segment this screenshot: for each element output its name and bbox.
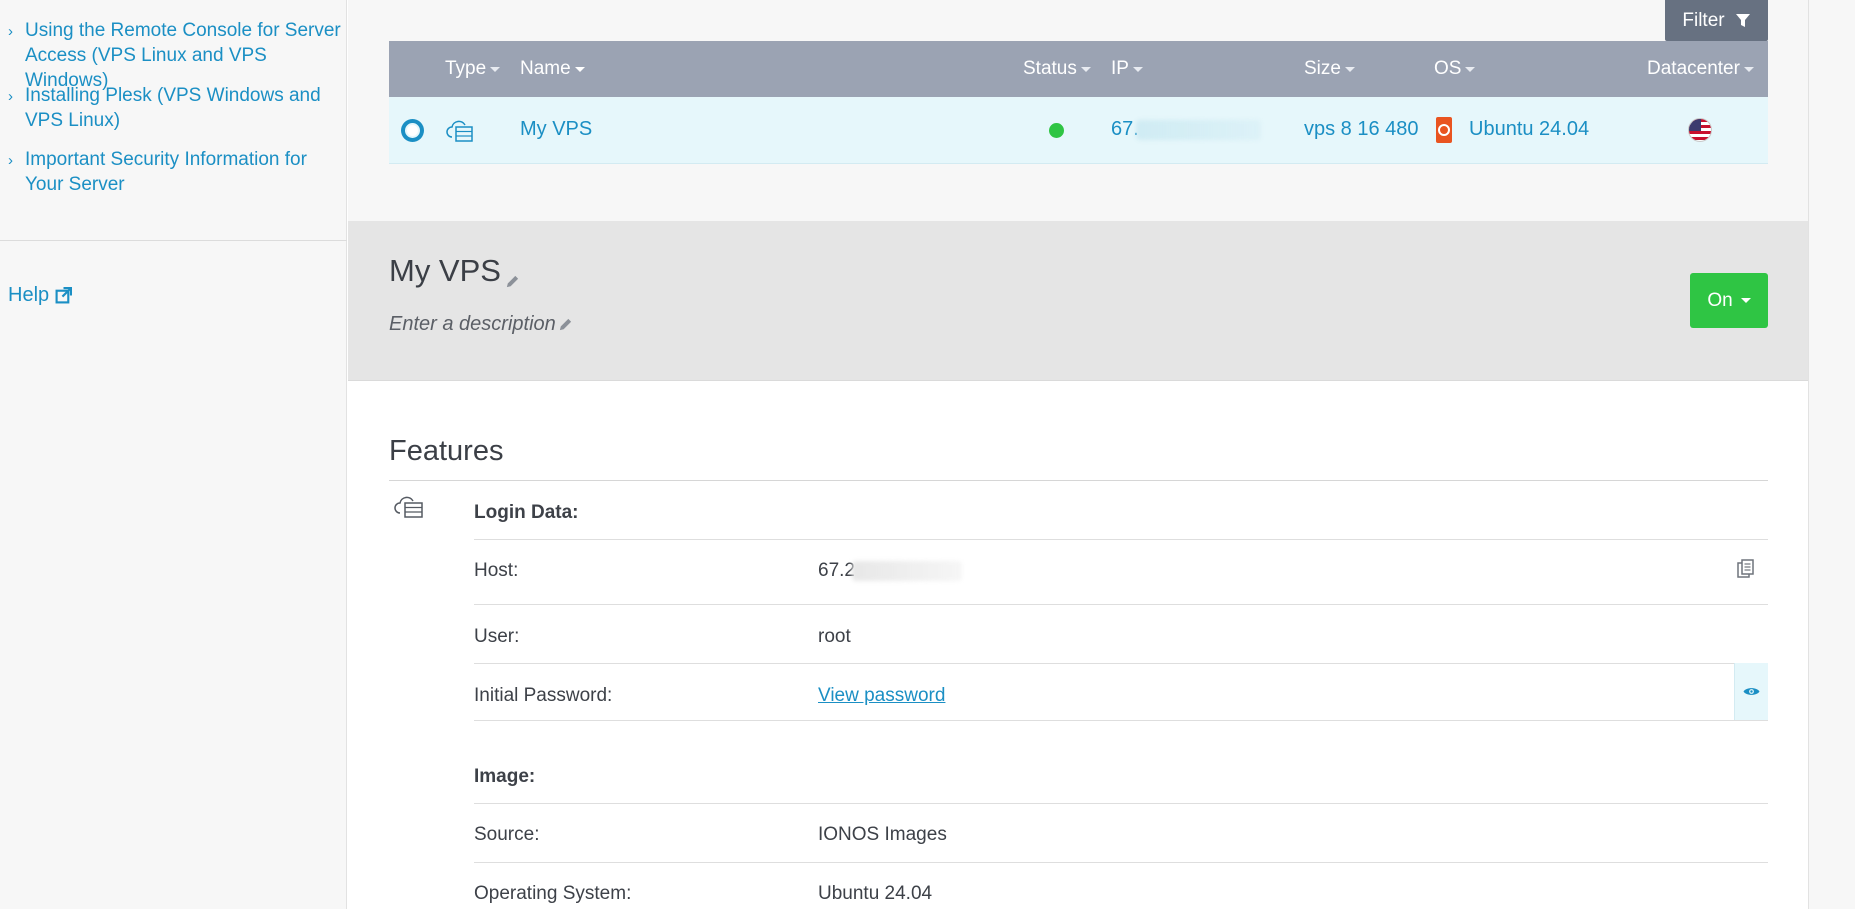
chevron-down-icon: [1740, 298, 1751, 303]
password-label: Initial Password:: [474, 685, 613, 706]
sort-caret-icon: [1080, 66, 1091, 72]
pencil-icon[interactable]: [558, 317, 573, 332]
login-data-heading: Login Data:: [474, 502, 579, 523]
filter-icon: [1735, 13, 1750, 27]
divider: [474, 539, 1768, 540]
image-heading: Image:: [474, 766, 536, 787]
source-value: IONOS Images: [818, 824, 947, 845]
features-section: Features Login Data: Host: 67.2 User: ro…: [348, 381, 1808, 909]
column-type[interactable]: Type: [445, 58, 501, 80]
row-ip[interactable]: 67.: [1111, 118, 1261, 141]
features-title: Features: [389, 435, 504, 467]
row-os: Ubuntu 24.04: [1469, 118, 1590, 140]
copy-icon[interactable]: [1737, 559, 1754, 579]
ip-redaction: [1135, 119, 1261, 140]
eye-icon: [1743, 688, 1760, 695]
column-ip[interactable]: IP: [1111, 58, 1143, 80]
server-detail-header: My VPS Enter a description On: [348, 221, 1808, 381]
column-name[interactable]: Name: [520, 58, 585, 80]
column-datacenter[interactable]: Datacenter: [1647, 58, 1754, 80]
cloud-server-icon: [394, 496, 423, 518]
chevron-right-icon: ›: [8, 152, 13, 169]
help-link[interactable]: Help: [8, 284, 73, 307]
sort-caret-icon: [574, 66, 585, 72]
row-size: vps 8 16 480: [1304, 118, 1419, 140]
divider: [474, 803, 1768, 804]
operating-system-value: Ubuntu 24.04: [818, 883, 933, 904]
ubuntu-icon: [1436, 117, 1452, 143]
host-redaction: [851, 560, 962, 581]
us-flag-icon: [1688, 118, 1712, 142]
status-indicator: [1049, 123, 1064, 138]
sort-caret-icon: [1743, 66, 1754, 72]
sidebar: › Using the Remote Console for Server Ac…: [0, 0, 347, 909]
sidebar-link-security-info[interactable]: › Important Security Information for You…: [8, 147, 345, 197]
pencil-icon[interactable]: [505, 274, 520, 289]
sort-caret-icon: [490, 66, 501, 72]
column-status[interactable]: Status: [1023, 58, 1091, 80]
divider: [474, 862, 1768, 863]
server-title[interactable]: My VPS: [389, 253, 520, 289]
host-label: Host:: [474, 560, 519, 581]
table-header: Type Name Status IP Size OS Datacenter: [389, 41, 1768, 97]
host-value[interactable]: 67.2: [818, 560, 962, 582]
row-select-radio[interactable]: [401, 119, 424, 142]
row-name[interactable]: My VPS: [520, 118, 592, 141]
sidebar-link-installing-plesk[interactable]: › Installing Plesk (VPS Windows and VPS …: [8, 83, 345, 133]
sort-caret-icon: [1344, 66, 1355, 72]
divider: [389, 480, 1768, 481]
sidebar-divider: [0, 240, 347, 241]
sort-caret-icon: [1465, 66, 1476, 72]
column-size[interactable]: Size: [1304, 58, 1355, 80]
sort-caret-icon: [1132, 66, 1143, 72]
show-password-button[interactable]: [1734, 663, 1768, 720]
power-state-button[interactable]: On: [1690, 273, 1768, 328]
sidebar-link-remote-console[interactable]: › Using the Remote Console for Server Ac…: [8, 18, 345, 93]
right-gutter: [1808, 0, 1855, 909]
external-link-icon: [55, 287, 73, 304]
source-label: Source:: [474, 824, 540, 845]
chevron-right-icon: ›: [8, 88, 13, 105]
filter-button[interactable]: Filter: [1665, 0, 1768, 41]
user-value: root: [818, 626, 851, 647]
divider: [474, 604, 1768, 605]
cloud-server-icon: [446, 120, 473, 142]
chevron-right-icon: ›: [8, 23, 13, 40]
table-row[interactable]: My VPS 67. vps 8 16 480 Ubuntu 24.04: [389, 97, 1768, 164]
description-field[interactable]: Enter a description: [389, 313, 573, 336]
divider: [474, 663, 1768, 664]
view-password-link[interactable]: View password: [818, 685, 945, 707]
divider: [474, 720, 1768, 721]
user-label: User:: [474, 626, 520, 647]
column-os[interactable]: OS: [1434, 58, 1476, 80]
server-table: Type Name Status IP Size OS Datacenter M…: [389, 41, 1768, 164]
operating-system-label: Operating System:: [474, 883, 632, 904]
